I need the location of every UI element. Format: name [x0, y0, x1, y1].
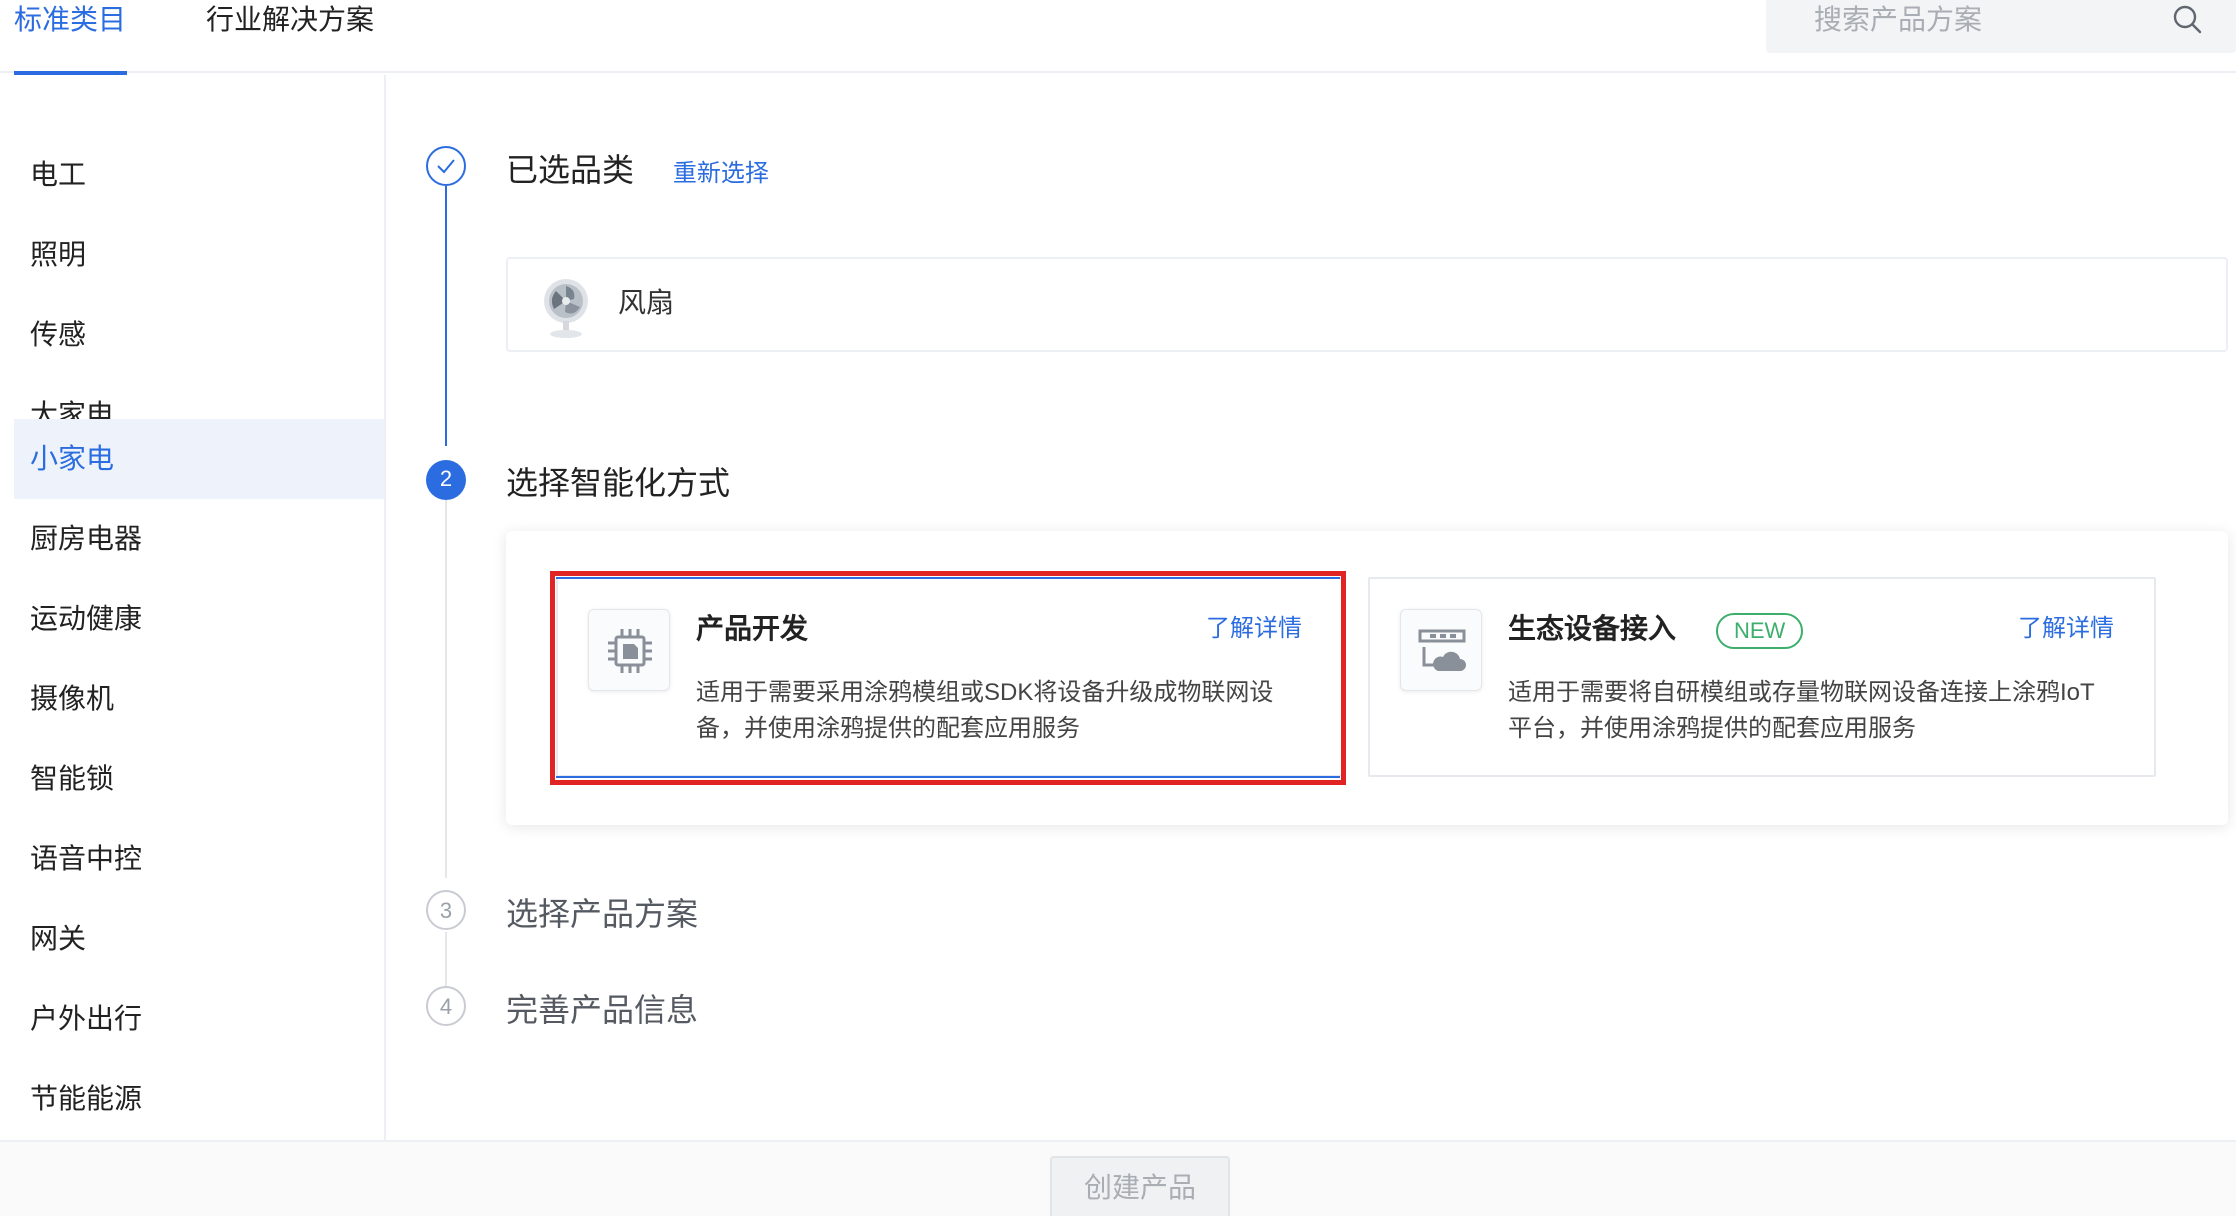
create-product-button[interactable]: 创建产品 [1050, 1156, 1230, 1216]
search-box [1766, 0, 2236, 53]
chip-icon-box [588, 609, 670, 691]
ecosystem-device-access-details-link[interactable]: 了解详情 [2018, 611, 2114, 647]
step-2-title: 选择智能化方式 [506, 465, 731, 501]
step-3-title: 选择产品方案 [506, 896, 699, 932]
selected-card-bottom-border [556, 776, 1340, 778]
selected-category-card: 风扇 [506, 257, 2228, 352]
sidebar-item-gateway[interactable]: 网关 [14, 899, 384, 979]
sidebar-item-kitchen-appliances[interactable]: 厨房电器 [14, 499, 384, 579]
top-tab-bar: 标准类目 行业解决方案 [0, 0, 2236, 75]
sidebar-item-smart-lock[interactable]: 智能锁 [14, 739, 384, 819]
smart-method-options-panel: 产品开发 了解详情 适用于需要采用涂鸦模组或SDK将设备升级成物联网设备，并使用… [506, 531, 2228, 825]
step-connector-pending [445, 932, 447, 988]
sidebar-item-lighting[interactable]: 照明 [14, 215, 384, 295]
step-1-check-icon [426, 146, 466, 186]
ecosystem-device-access-title: 生态设备接入 [1508, 613, 1677, 644]
tab-standard-category[interactable]: 标准类目 [14, 0, 127, 75]
sidebar-item-sports-health[interactable]: 运动健康 [14, 579, 384, 659]
ecosystem-device-access-card[interactable]: 生态设备接入 NEW 了解详情 适用于需要将自研模组或存量物联网设备连接上涂鸦I… [1368, 577, 2156, 777]
new-badge: NEW [1716, 613, 1804, 649]
sidebar-item-camera[interactable]: 摄像机 [14, 659, 384, 739]
step-connector-pending [445, 500, 447, 878]
sidebar-item-sensing[interactable]: 传感 [14, 295, 384, 375]
step-3-number: 3 [426, 890, 466, 930]
chip-icon [608, 629, 652, 673]
step-4-number: 4 [426, 986, 466, 1026]
footer-bar: 创建产品 [0, 1140, 2236, 1216]
tab-label: 行业解决方案 [206, 4, 375, 35]
product-development-description: 适用于需要采用涂鸦模组或SDK将设备升级成物联网设备，并使用涂鸦提供的配套应用服… [696, 679, 1274, 742]
product-development-details-link[interactable]: 了解详情 [1206, 611, 1302, 647]
search-input[interactable] [1814, 0, 2154, 40]
ecosystem-device-access-description: 适用于需要将自研模组或存量物联网设备连接上涂鸦IoT平台，并使用涂鸦提供的配套应… [1508, 679, 2095, 742]
sidebar-item-energy[interactable]: 节能能源 [14, 1059, 384, 1139]
cloud-device-icon [1418, 629, 1466, 671]
step-1-title-text: 已选品类 [506, 152, 635, 188]
product-development-card[interactable]: 产品开发 了解详情 适用于需要采用涂鸦模组或SDK将设备升级成物联网设备，并使用… [556, 577, 1344, 777]
fan-icon [544, 279, 588, 338]
tab-label: 标准类目 [14, 4, 127, 35]
sidebar-item-voice-control[interactable]: 语音中控 [14, 819, 384, 899]
sidebar-item-electrician[interactable]: 电工 [14, 135, 384, 215]
cloud-device-icon-box [1400, 609, 1482, 691]
tab-industry-solutions[interactable]: 行业解决方案 [206, 0, 374, 73]
sidebar-item-outdoor-travel[interactable]: 户外出行 [14, 979, 384, 1059]
selected-category-name: 风扇 [618, 287, 675, 318]
reselect-link[interactable]: 重新选择 [673, 160, 769, 187]
product-development-title: 产品开发 [696, 613, 809, 644]
search-icon[interactable] [2170, 2, 2206, 38]
selected-card-top-border [556, 577, 1340, 579]
step-2-number: 2 [426, 460, 466, 500]
step-1-title: 已选品类 重新选择 [506, 148, 769, 196]
step-connector-done [445, 186, 447, 446]
sidebar-item-small-appliances[interactable]: 小家电 [14, 419, 384, 499]
step-4-title: 完善产品信息 [506, 992, 699, 1028]
category-sidebar: 电工 照明 传感 大家电 小家电 厨房电器 运动健康 摄像机 智能锁 语音中控 … [0, 75, 386, 1140]
